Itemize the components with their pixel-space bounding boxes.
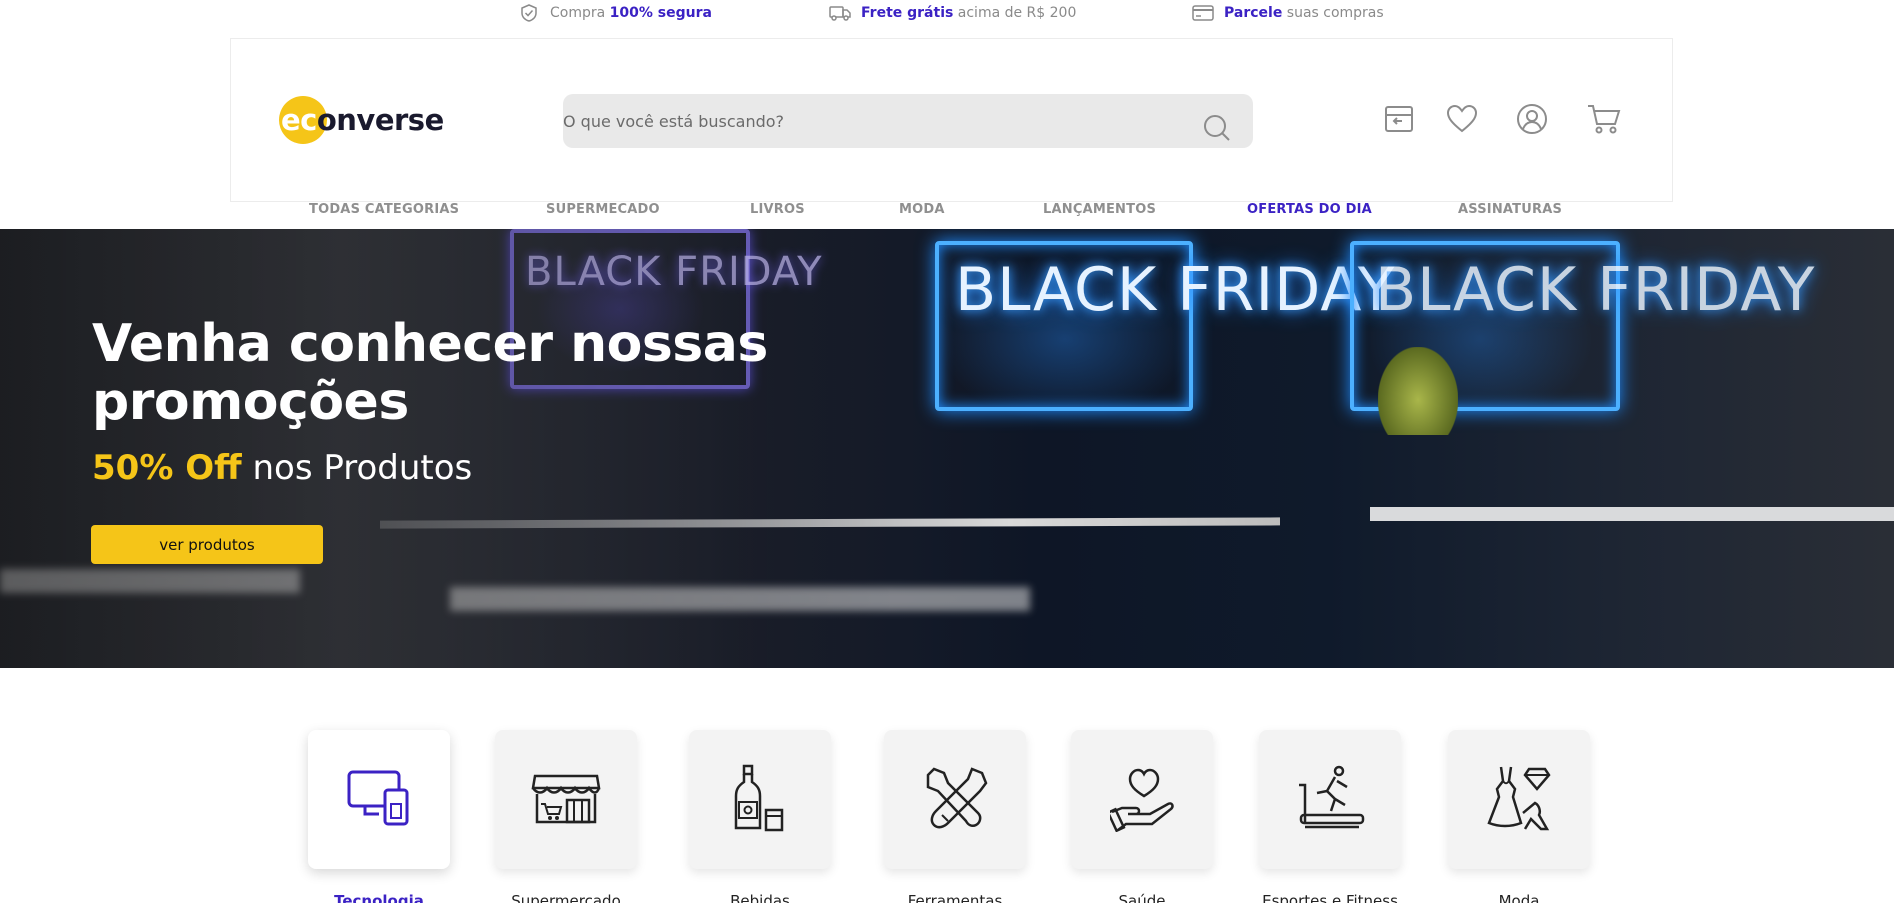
nav-supermecado[interactable]: SUPERMECADO — [546, 202, 660, 217]
category-label: Saúde — [1118, 892, 1166, 903]
heart-hand-icon — [1106, 764, 1174, 836]
site-header: econverse — [230, 38, 1673, 202]
category-moda[interactable]: Moda — [1448, 730, 1590, 903]
dress-icon — [1487, 763, 1551, 837]
tools-icon — [920, 763, 990, 837]
logo[interactable]: econverse — [279, 96, 444, 144]
category-tiles: Tecnologia Supermercado Bebidas Ferramen… — [0, 730, 1894, 903]
devices-icon — [347, 768, 411, 832]
search-input[interactable] — [563, 94, 1183, 148]
hero-title: Venha conhecer nossas promoções — [92, 314, 768, 432]
treadmill-icon — [1295, 765, 1365, 835]
view-products-button[interactable]: ver produtos — [91, 525, 323, 564]
hero-subtitle: 50% Off nos Produtos — [92, 448, 472, 488]
benefit-secure-bold: 100% segura — [609, 5, 712, 21]
benefit-secure-text: Compra — [550, 5, 610, 21]
benefits-bar: Compra 100% segura Frete grátis acima de… — [0, 0, 1894, 26]
box-return-icon[interactable] — [1381, 101, 1417, 137]
category-label: Moda — [1498, 892, 1540, 903]
user-icon[interactable] — [1514, 101, 1550, 137]
category-esportes-fitness[interactable]: Esportes e Fitness — [1259, 730, 1401, 903]
category-nav: TODAS CATEGORIAS SUPERMECADO LIVROS MODA… — [0, 202, 1894, 228]
category-label: Bebidas — [730, 892, 790, 903]
logo-text: econverse — [279, 103, 444, 137]
nav-lancamentos[interactable]: LANÇAMENTOS — [1043, 202, 1156, 217]
category-label: Ferramentas — [907, 892, 1003, 903]
category-tecnologia[interactable]: Tecnologia — [308, 730, 450, 903]
credit-card-icon — [1192, 4, 1214, 22]
hero-banner: BLACK FRIDAY BLACK FRIDAY BLACK FRIDAY V… — [0, 229, 1894, 668]
neon-text-center: BLACK FRIDAY — [955, 255, 1396, 325]
cart-icon[interactable] — [1586, 101, 1622, 137]
search-icon[interactable] — [1203, 114, 1231, 142]
heart-icon[interactable] — [1444, 101, 1480, 137]
nav-assinaturas[interactable]: ASSINATURAS — [1458, 202, 1562, 217]
category-label: Esportes e Fitness — [1262, 892, 1398, 903]
nav-livros[interactable]: LIVROS — [750, 202, 805, 217]
nav-moda[interactable]: MODA — [899, 202, 945, 217]
table-decoration — [1370, 507, 1894, 521]
plant-decoration — [1378, 347, 1458, 435]
benefit-installments: Parcele suas compras — [1192, 4, 1384, 22]
store-icon — [531, 772, 601, 828]
search-bar — [563, 94, 1253, 148]
benefit-installments-text: suas compras — [1282, 5, 1384, 21]
truck-icon — [829, 4, 851, 22]
category-label: Tecnologia — [334, 892, 424, 903]
nav-todas-categorias[interactable]: TODAS CATEGORIAS — [309, 202, 459, 217]
category-saude[interactable]: Saúde — [1071, 730, 1213, 903]
category-ferramentas[interactable]: Ferramentas — [884, 730, 1026, 903]
hero-highlight: 50% Off — [92, 448, 242, 488]
hero-subtitle-text: nos Produtos — [241, 448, 473, 488]
benefit-shipping: Frete grátis acima de R$ 200 — [829, 4, 1076, 22]
benefit-secure: Compra 100% segura — [518, 4, 712, 22]
category-supermercado[interactable]: Supermercado — [495, 730, 637, 903]
logo-rest: onverse — [316, 103, 444, 137]
benefit-installments-bold: Parcele — [1224, 5, 1283, 21]
nav-ofertas-do-dia[interactable]: OFERTAS DO DIA — [1247, 202, 1372, 217]
neon-text-right: BLACK FRIDAY — [1375, 255, 1816, 325]
shield-check-icon — [518, 4, 540, 22]
category-bebidas[interactable]: Bebidas — [689, 730, 831, 903]
bottle-icon — [732, 764, 788, 836]
logo-ec: ec — [281, 103, 317, 137]
category-label: Supermercado — [511, 892, 621, 903]
benefit-shipping-bold: Frete grátis — [861, 5, 954, 21]
benefit-shipping-text: acima de R$ 200 — [953, 5, 1077, 21]
